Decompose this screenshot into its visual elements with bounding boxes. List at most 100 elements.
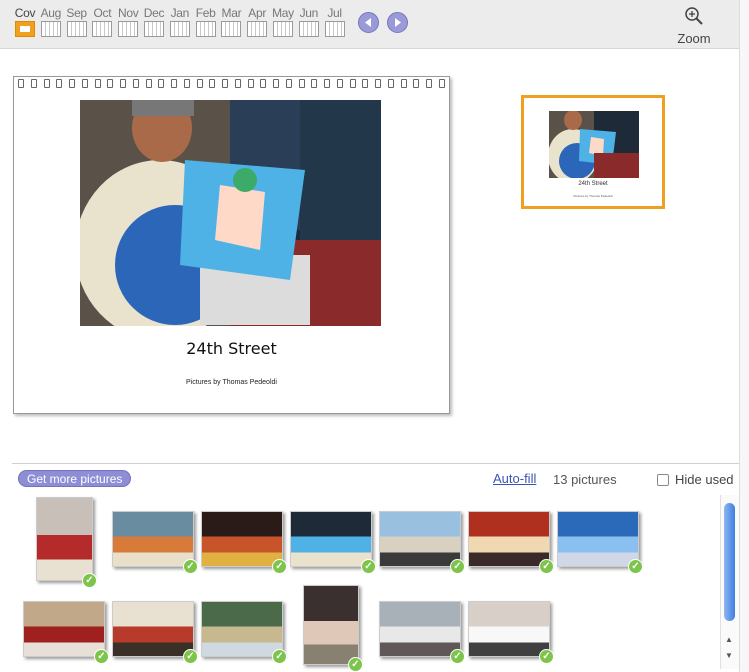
month-tab-oct[interactable]: Oct — [89, 6, 115, 37]
picture-tray: ✓ ✓ ✓ ✓ ✓ ✓ ✓ ✓ ✓ ✓ ✓ ✓ ✓ ▲ ▼ — [12, 493, 739, 672]
used-check-icon: ✓ — [361, 559, 376, 574]
spiral-ring — [362, 79, 369, 88]
month-tab-sep[interactable]: Sep — [64, 6, 90, 37]
used-check-icon: ✓ — [272, 559, 287, 574]
month-label: Jul — [327, 6, 342, 20]
cover-photo[interactable] — [80, 100, 381, 326]
tray-picture-blue-mural[interactable] — [557, 511, 639, 567]
calendar-grid-icon — [221, 21, 242, 37]
spiral-ring — [209, 79, 216, 88]
tray-scrollbar[interactable]: ▲ ▼ — [720, 495, 739, 669]
used-check-icon: ✓ — [82, 573, 97, 588]
spiral-ring — [247, 79, 254, 88]
preview-subtitle: Pictures by Thomas Pedeoldi — [573, 194, 613, 198]
spiral-ring — [273, 79, 279, 88]
spiral-ring — [30, 79, 37, 88]
calendar-grid-icon — [118, 21, 139, 37]
window-edge — [739, 0, 749, 672]
month-tab-jan[interactable]: Jan — [167, 6, 193, 37]
spiral-ring — [107, 79, 114, 88]
spiral-ring — [260, 79, 267, 88]
spiral-ring — [413, 79, 420, 88]
calendar-page[interactable]: 24th Street Pictures by Thomas Pedeoldi — [13, 76, 450, 414]
calendar-grid-icon — [40, 21, 61, 37]
zoom-button[interactable]: Zoom — [670, 6, 718, 46]
month-label: May — [272, 6, 294, 20]
tray-picture-man-holding-painting[interactable] — [290, 511, 372, 567]
tray-picture-street-walkers[interactable] — [379, 511, 461, 567]
spiral-ring — [324, 79, 330, 88]
used-check-icon: ✓ — [272, 649, 287, 664]
month-tab-apr[interactable]: Apr — [244, 6, 270, 37]
tray-picture-portrait-man[interactable] — [303, 585, 359, 665]
month-tab-may[interactable]: May — [270, 6, 296, 37]
scroll-down-arrow-icon[interactable]: ▼ — [725, 651, 733, 660]
used-check-icon: ✓ — [94, 649, 109, 664]
month-label: Oct — [93, 6, 112, 20]
calendar-grid-icon — [273, 21, 293, 37]
month-tab-mar[interactable]: Mar — [218, 6, 244, 37]
calendar-grid-icon — [144, 21, 164, 37]
zoom-label: Zoom — [677, 31, 711, 46]
auto-fill-link[interactable]: Auto-fill — [493, 471, 536, 486]
calendar-grid-icon — [66, 21, 87, 37]
spiral-ring — [438, 79, 445, 88]
scrollbar-thumb[interactable] — [724, 503, 735, 621]
month-tab-nov[interactable]: Nov — [115, 6, 141, 37]
hide-used-checkbox[interactable]: Hide used — [657, 472, 734, 487]
month-tab-feb[interactable]: Feb — [193, 6, 219, 37]
get-more-pictures-button[interactable]: Get more pictures — [18, 470, 132, 487]
used-check-icon: ✓ — [450, 559, 465, 574]
spiral-ring — [145, 79, 152, 88]
spiral-binding — [18, 79, 445, 89]
spiral-ring — [400, 79, 407, 88]
month-label: Cov — [14, 6, 36, 20]
previous-month-button[interactable] — [358, 12, 379, 33]
tray-picture-mural-wall[interactable] — [112, 511, 194, 567]
used-check-icon: ✓ — [348, 657, 363, 672]
used-check-icon: ✓ — [183, 649, 198, 664]
next-month-button[interactable] — [387, 12, 408, 33]
used-check-icon: ✓ — [539, 649, 554, 664]
tray-picture-mural-street[interactable] — [201, 601, 283, 657]
page-preview-thumbnail[interactable]: 24th Street Pictures by Thomas Pedeoldi — [521, 95, 665, 209]
tray-picture-colorful-mural[interactable] — [201, 511, 283, 567]
month-label: Dec — [143, 6, 165, 20]
spiral-ring — [69, 79, 75, 88]
spiral-ring — [94, 79, 101, 88]
tray-picture-shop-front[interactable] — [112, 601, 194, 657]
tray-picture-elderly-woman[interactable] — [379, 601, 461, 657]
spiral-ring — [183, 79, 190, 88]
spiral-ring — [336, 79, 343, 88]
page-title: 24th Street — [186, 339, 277, 358]
spiral-ring — [56, 79, 63, 88]
picture-tray-header: Get more pictures Auto-fill 13 pictures … — [12, 463, 739, 494]
tray-picture-white-wall-walker[interactable] — [468, 601, 550, 657]
spiral-ring — [132, 79, 139, 88]
spiral-ring — [81, 79, 88, 88]
chevron-left-icon — [365, 18, 371, 27]
tray-picture-red-storefront[interactable] — [468, 511, 550, 567]
month-tab-aug[interactable]: Aug — [38, 6, 64, 37]
month-label: Aug — [40, 6, 62, 20]
month-tab-jun[interactable]: Jun — [296, 6, 322, 37]
month-label: Apr — [248, 6, 267, 20]
spiral-ring — [222, 79, 228, 88]
spiral-ring — [234, 79, 241, 88]
month-tab-jul[interactable]: Jul — [322, 6, 348, 37]
spiral-ring — [196, 79, 203, 88]
month-tab-cov[interactable]: Cov — [12, 6, 38, 37]
preview-title: 24th Street — [578, 181, 608, 187]
chevron-right-icon — [395, 18, 401, 27]
scroll-up-arrow-icon[interactable]: ▲ — [725, 635, 733, 644]
spiral-ring — [158, 79, 165, 88]
checkbox-box[interactable] — [657, 473, 669, 486]
month-label: Jun — [299, 6, 319, 20]
tray-picture-group-on-sidewalk[interactable] — [23, 601, 105, 657]
hide-used-label: Hide used — [675, 472, 734, 487]
month-label: Mar — [221, 6, 242, 20]
tray-picture-storefront-with-sign[interactable] — [36, 497, 93, 581]
used-check-icon: ✓ — [450, 649, 465, 664]
month-tab-dec[interactable]: Dec — [141, 6, 167, 37]
calendar-grid-icon — [92, 21, 113, 37]
